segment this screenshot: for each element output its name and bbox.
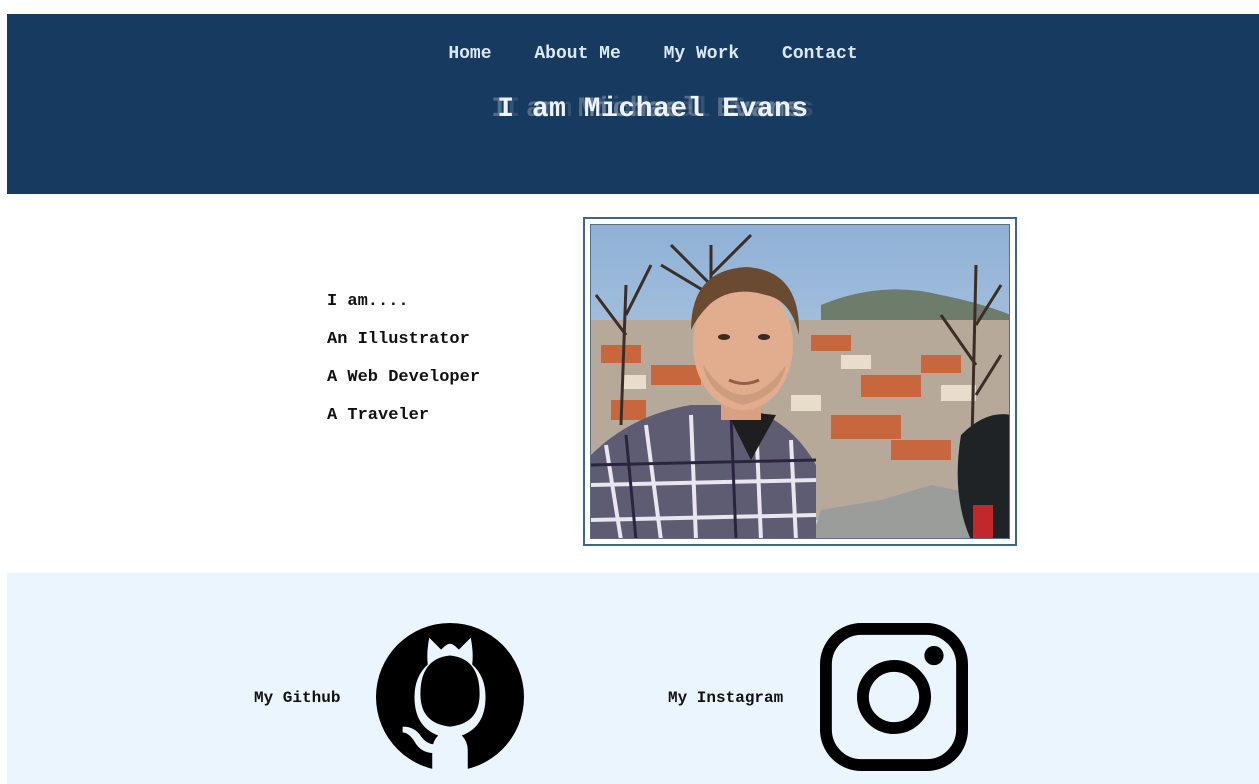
social-footer: My Github My Instagram xyxy=(7,573,1259,784)
instagram-label: My Instagram xyxy=(668,689,784,707)
main-nav: Home About Me My Work Contact xyxy=(7,44,1259,64)
profile-photo-frame xyxy=(583,217,1017,546)
nav-contact-link[interactable]: Contact xyxy=(782,44,858,64)
page: Home About Me My Work Contact I am Micha… xyxy=(0,0,1259,784)
profile-photo-illustration xyxy=(591,225,1009,538)
roles-list: I am.... An Illustrator A Web Developer … xyxy=(327,290,480,442)
role-item: A Web Developer xyxy=(327,368,481,387)
hero-title-text: I am Michael Evans xyxy=(497,94,809,125)
role-intro: I am.... xyxy=(327,292,409,311)
role-item: An Illustrator xyxy=(327,330,470,349)
nav-work-link[interactable]: My Work xyxy=(664,44,740,64)
github-icon[interactable] xyxy=(376,623,524,771)
github-label: My Github xyxy=(254,689,341,707)
nav-about-link[interactable]: About Me xyxy=(534,44,620,64)
hero-title: I am Michael Evans xyxy=(7,94,1259,125)
site-header: Home About Me My Work Contact I am Micha… xyxy=(7,14,1259,194)
nav-home-link[interactable]: Home xyxy=(448,44,491,64)
profile-photo xyxy=(590,224,1010,539)
instagram-icon[interactable] xyxy=(820,623,968,771)
role-item: A Traveler xyxy=(327,406,430,425)
